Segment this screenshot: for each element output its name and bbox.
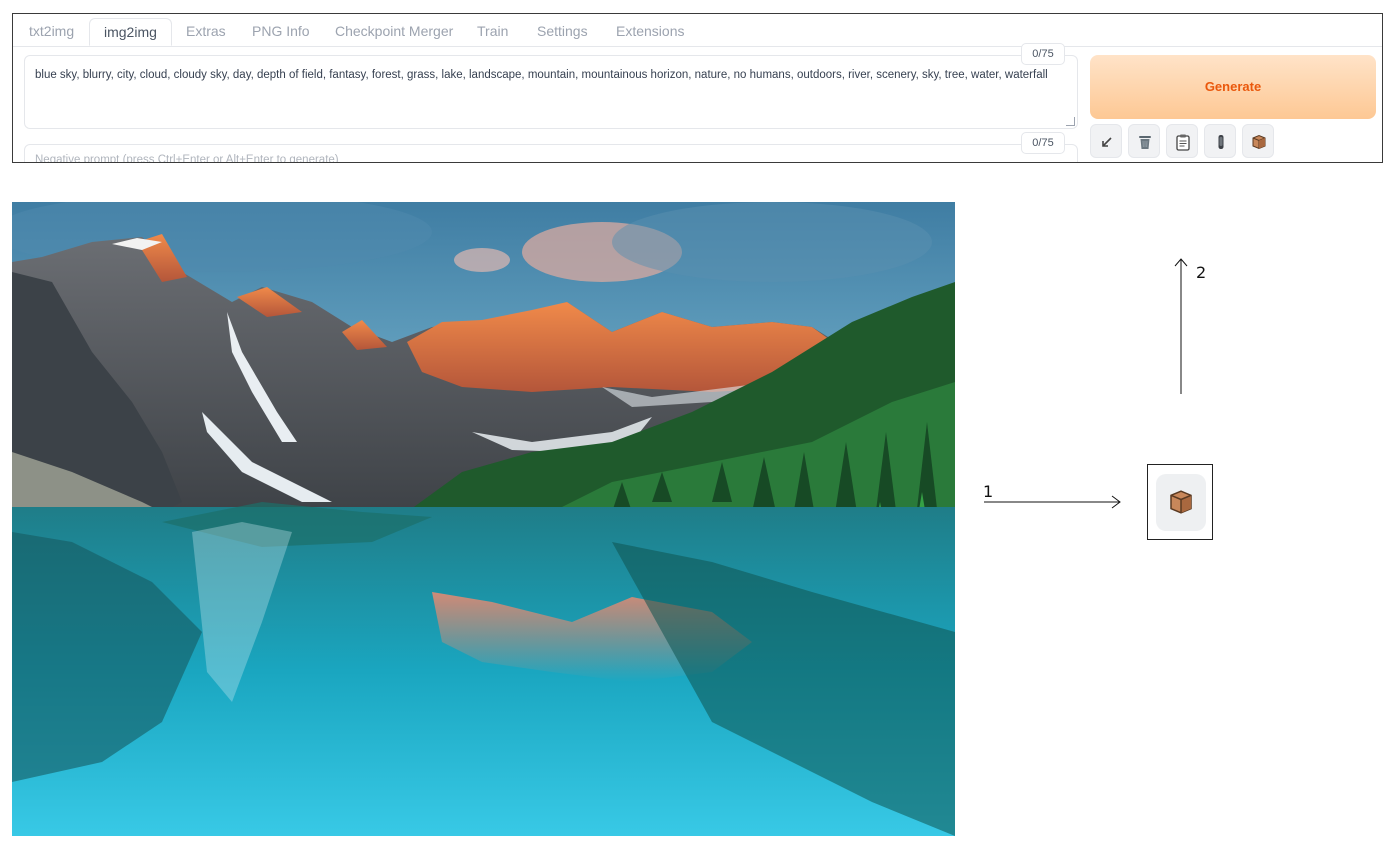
annotation-overlay	[984, 258, 1188, 509]
annotation-label-1: 1	[983, 482, 994, 501]
cube-icon	[1170, 490, 1192, 514]
annotation-label-2: 2	[1196, 263, 1207, 282]
zoomed-button-frame	[1147, 464, 1213, 540]
zoomed-cube-button[interactable]	[1156, 474, 1206, 531]
